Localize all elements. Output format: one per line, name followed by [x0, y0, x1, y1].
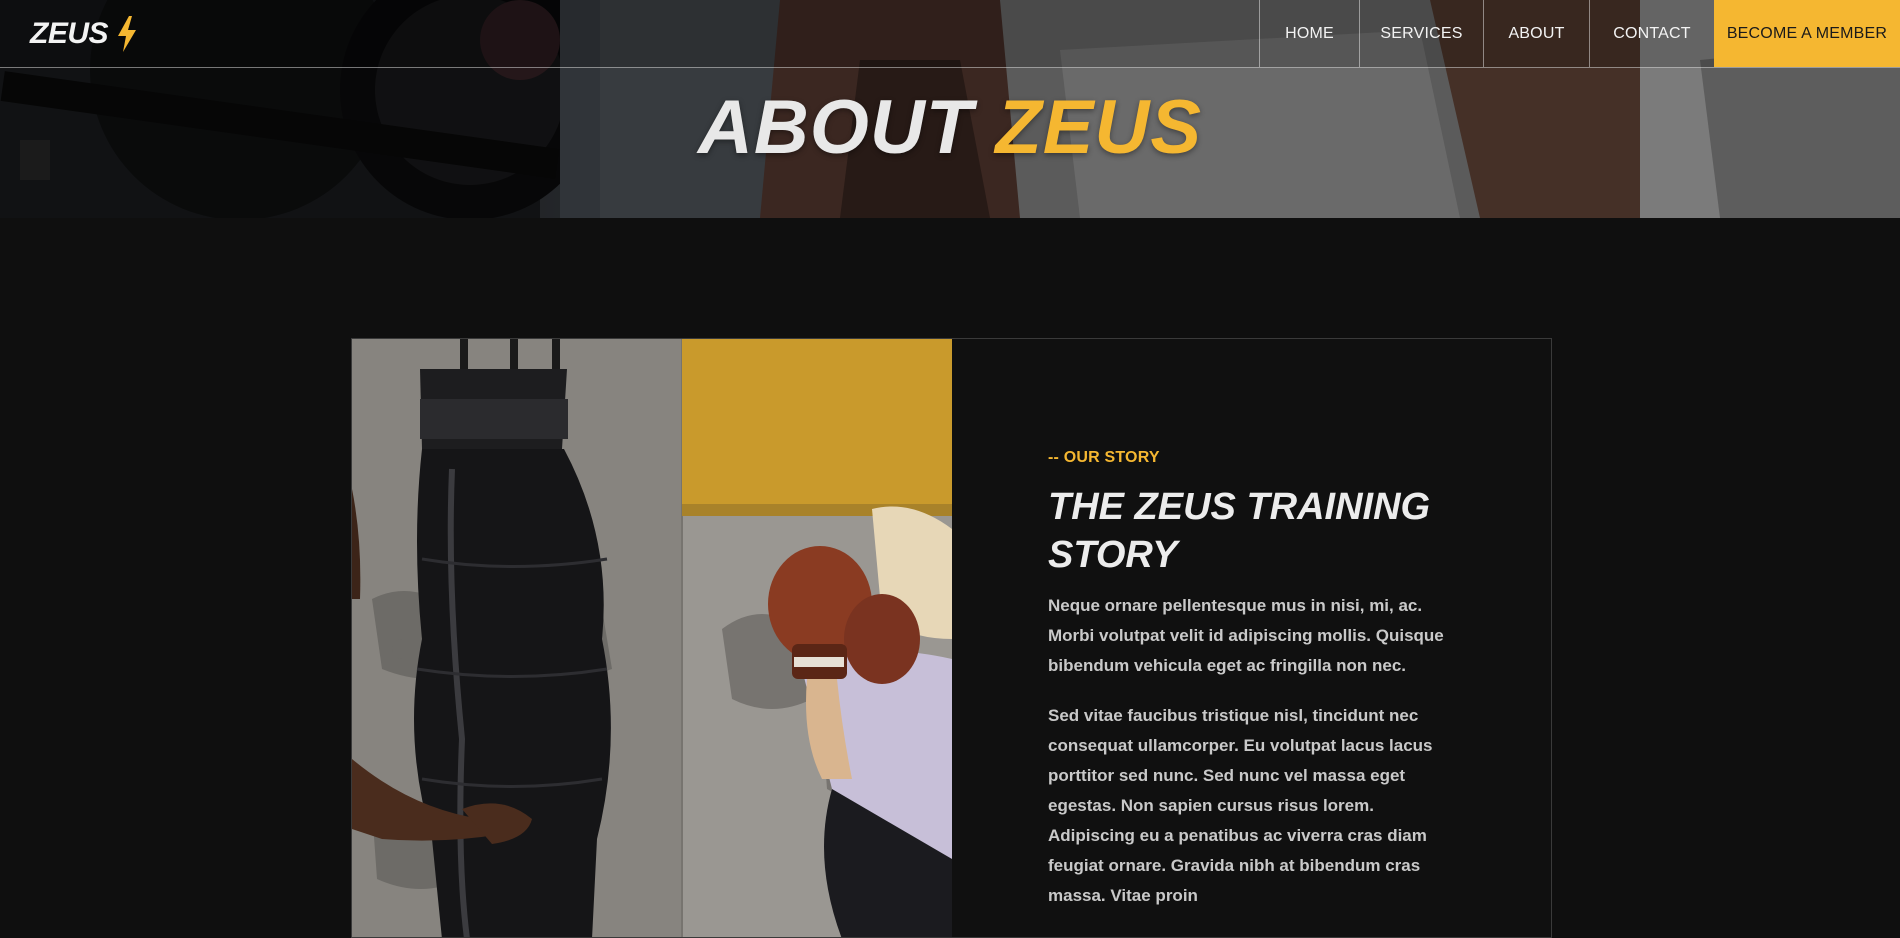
- lightning-bolt-icon: [116, 15, 138, 52]
- boxing-training-image: [352, 339, 952, 937]
- section-eyebrow: -- OUR STORY: [1048, 449, 1160, 466]
- section-title: THE ZEUS TRAINING STORY: [1048, 486, 1431, 576]
- story-paragraph-2: Sed vitae faucibus tristique nisl, tinci…: [1048, 706, 1433, 905]
- nav-link-home[interactable]: HOME: [1259, 0, 1359, 67]
- become-member-button[interactable]: BECOME A MEMBER: [1714, 0, 1900, 67]
- top-navbar: ZEUS HOME SERVICES ABOUT CONTACT BECOME …: [0, 0, 1900, 68]
- nav-link-services[interactable]: SERVICES: [1359, 0, 1483, 67]
- nav-links: HOME SERVICES ABOUT CONTACT BECOME A MEM…: [1259, 0, 1900, 67]
- story-paragraph-1: Neque ornare pellentesque mus in nisi, m…: [1048, 596, 1444, 675]
- story-content: -- OUR STORY THE ZEUS TRAINING STORY Neq…: [952, 339, 1551, 937]
- logo[interactable]: ZEUS: [0, 0, 138, 67]
- nav-link-about[interactable]: ABOUT: [1483, 0, 1589, 67]
- nav-link-contact[interactable]: CONTACT: [1589, 0, 1714, 67]
- page-title: ABOUT ZEUS: [0, 82, 1900, 174]
- our-story-section: -- OUR STORY THE ZEUS TRAINING STORY Neq…: [351, 338, 1552, 938]
- logo-text: ZEUS: [30, 16, 109, 50]
- page-title-accent: ZEUS: [995, 85, 1203, 170]
- page-title-main: ABOUT: [697, 85, 974, 170]
